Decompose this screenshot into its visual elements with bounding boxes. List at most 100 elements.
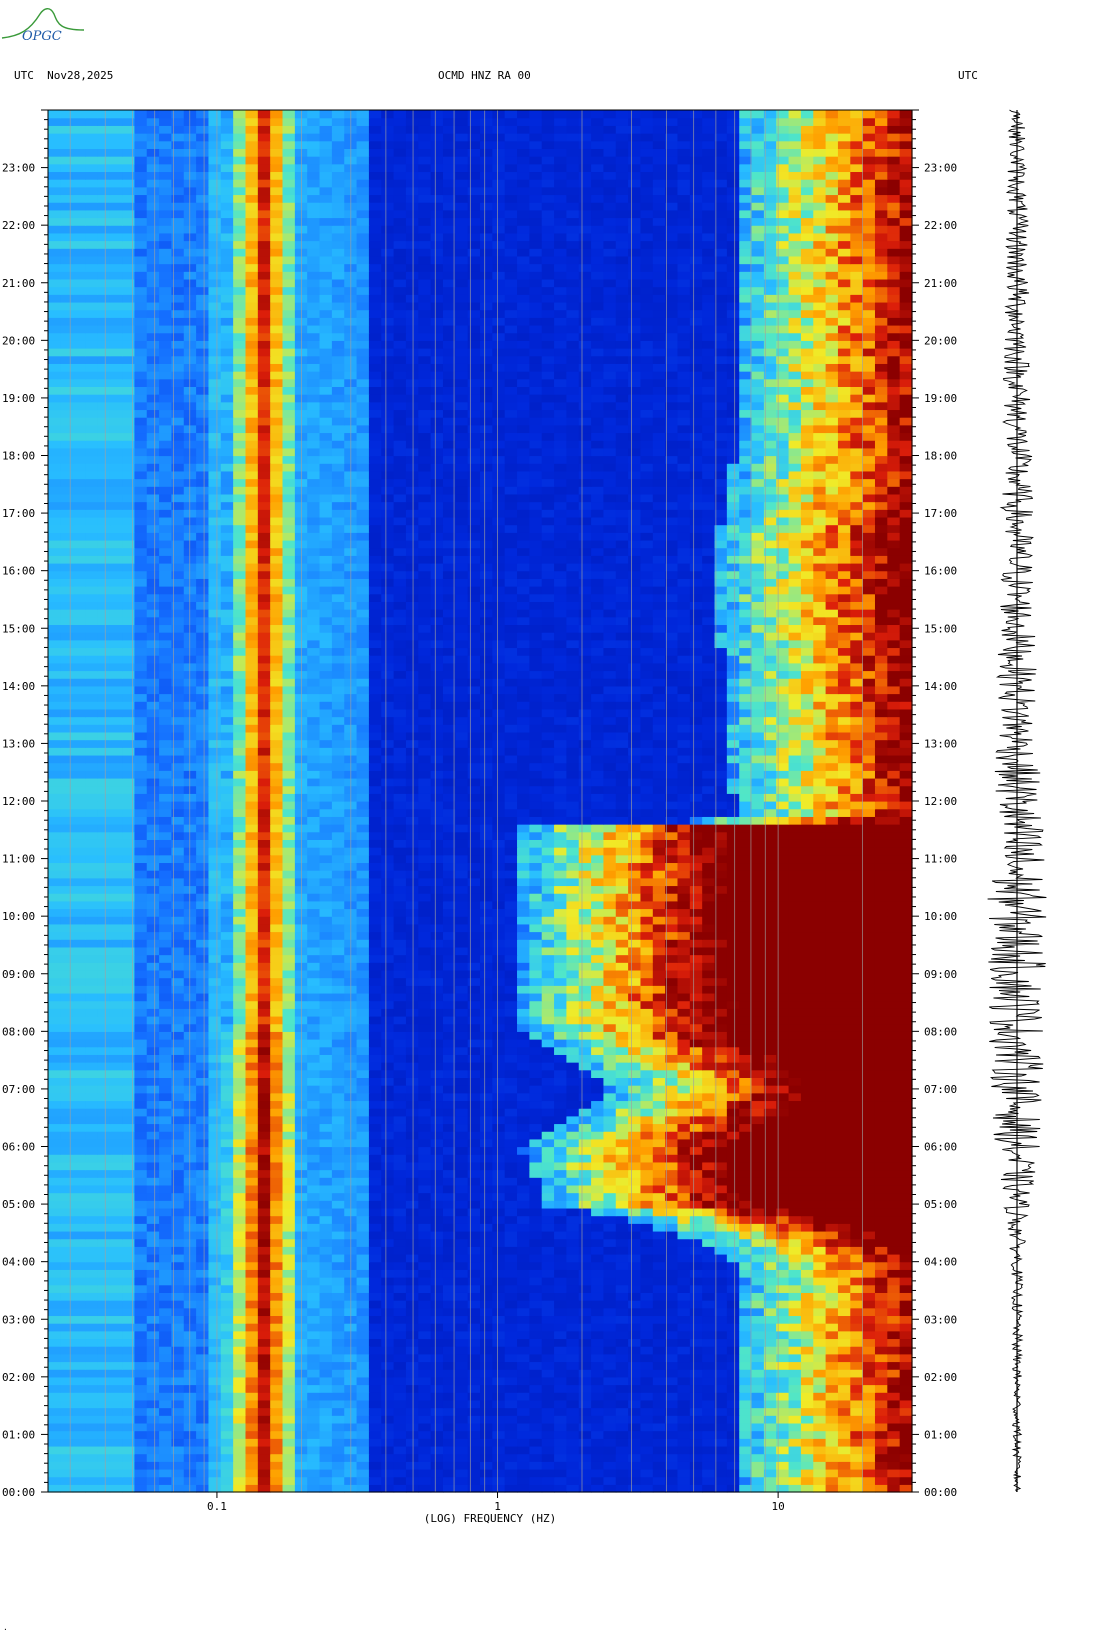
heatmap-cell (689, 1131, 703, 1140)
heatmap-cell (270, 1261, 284, 1270)
heatmap-cell (405, 1399, 419, 1409)
heatmap-cell (208, 1192, 222, 1201)
heatmap-cell (554, 1023, 567, 1032)
heatmap-cell (529, 1054, 543, 1063)
heatmap-cell (837, 992, 851, 1002)
heatmap-cell (233, 1292, 247, 1301)
heatmap-cell (257, 1177, 271, 1186)
heatmap-cell (270, 962, 284, 971)
heatmap-cell (208, 1346, 222, 1355)
heatmap-cell (257, 1369, 271, 1378)
heatmap-cell (652, 946, 666, 956)
heatmap-cell (887, 1438, 901, 1447)
heatmap-cell (405, 1108, 419, 1117)
heatmap-cell (97, 1177, 111, 1186)
heatmap-cell (825, 1108, 839, 1117)
heatmap-cell (480, 1399, 493, 1409)
heatmap-cell (159, 1138, 173, 1148)
heatmap-cell (517, 1261, 530, 1270)
heatmap-cell (208, 1238, 222, 1247)
heatmap-cell (257, 1069, 271, 1078)
heatmap-cell (122, 1384, 135, 1393)
heatmap-cell (480, 1015, 493, 1025)
heatmap-cell (652, 1353, 666, 1363)
heatmap-cell (319, 1277, 333, 1286)
heatmap-cell (763, 1315, 777, 1324)
heatmap-cell (862, 962, 876, 971)
heatmap-cell (554, 1154, 567, 1163)
heatmap-cell (788, 962, 802, 971)
heatmap-cell (97, 946, 111, 956)
heatmap-cell (899, 1092, 913, 1102)
heatmap-cell (763, 1292, 777, 1301)
heatmap-cell (788, 1430, 802, 1439)
heatmap-cell (591, 1131, 605, 1140)
heatmap-cell (665, 1300, 679, 1309)
heatmap-cell (763, 1246, 777, 1255)
heatmap-cell (517, 1161, 530, 1171)
heatmap-cell (541, 1468, 555, 1478)
heatmap-cell (504, 1438, 518, 1447)
heatmap-cell (48, 946, 61, 956)
heatmap-cell (603, 1323, 617, 1332)
heatmap-cell (48, 1039, 61, 1048)
heatmap-cell (714, 1015, 728, 1025)
heatmap-cell (208, 1062, 222, 1071)
heatmap-cell (331, 1476, 345, 1485)
heatmap-cell (331, 1369, 345, 1378)
heatmap-cell (270, 1445, 284, 1455)
heatmap-cell (418, 1422, 432, 1432)
heatmap-cell (393, 1330, 407, 1340)
heatmap-cell (689, 1346, 703, 1355)
heatmap-cell (282, 1154, 296, 1163)
heatmap-cell (245, 1161, 259, 1171)
heatmap-cell (109, 1000, 123, 1009)
heatmap-cell (640, 1407, 654, 1416)
heatmap-cell (368, 1169, 382, 1178)
heatmap-cell (899, 1100, 913, 1109)
heatmap-cell (813, 1046, 827, 1055)
heatmap-cell (208, 1161, 222, 1171)
heatmap-cell (677, 962, 691, 971)
heatmap-cell (196, 1138, 210, 1148)
heatmap-cell (566, 1445, 580, 1455)
heatmap-cell (48, 977, 61, 986)
heatmap-cell (467, 1438, 481, 1447)
heatmap-cell (603, 1300, 617, 1309)
heatmap-cell (455, 1307, 469, 1317)
heatmap-cell (72, 1031, 86, 1040)
heatmap-cell (368, 1253, 382, 1263)
heatmap-cell (665, 1200, 679, 1209)
heatmap-cell (393, 1146, 407, 1155)
heatmap-cell (714, 1154, 728, 1163)
heatmap-cell (566, 1184, 580, 1194)
heatmap-cell (393, 1246, 407, 1255)
heatmap-cell (566, 1054, 580, 1063)
heatmap-cell (603, 1123, 617, 1132)
heatmap-cell (72, 1284, 86, 1293)
heatmap-cell (393, 1269, 407, 1278)
heatmap-cell (850, 1461, 864, 1470)
heatmap-cell (356, 1100, 370, 1109)
heatmap-cell (837, 1338, 851, 1347)
heatmap-cell (763, 1323, 777, 1332)
heatmap-cell (739, 1069, 753, 1078)
heatmap-cell (109, 1154, 123, 1163)
heatmap-cell (615, 1476, 629, 1485)
heatmap-cell (245, 1353, 259, 1363)
heatmap-cell (566, 1100, 580, 1109)
heatmap-cell (763, 1023, 777, 1032)
heatmap-cell (837, 1253, 851, 1263)
heatmap-cell (109, 1384, 123, 1393)
heatmap-cell (874, 1461, 888, 1470)
heatmap-cell (554, 1300, 567, 1309)
heatmap-cell (480, 1476, 493, 1485)
heatmap-cell (887, 1131, 901, 1140)
heatmap-cell (628, 1123, 642, 1132)
heatmap-cell (405, 1292, 419, 1301)
heatmap-cell (541, 1346, 555, 1355)
heatmap-cell (455, 1154, 469, 1163)
heatmap-cell (862, 1230, 876, 1240)
heatmap-cell (492, 1392, 506, 1401)
heatmap-cell (97, 1223, 111, 1232)
